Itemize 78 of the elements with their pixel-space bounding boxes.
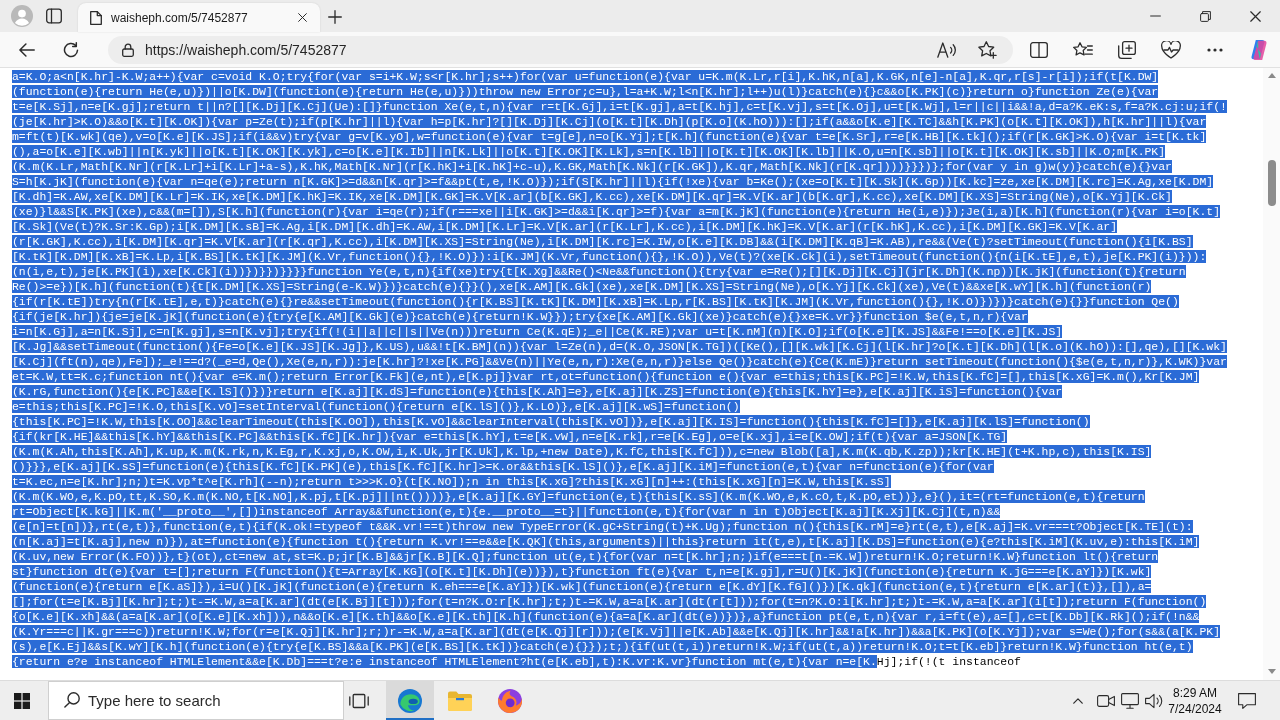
collections-icon — [1118, 40, 1136, 59]
code-text: {o[K.e][K.xh]&&(a=a[K.ar](o[K.e][K.xh])),n&&o[K.e][K.th]&&o[K.e][K.th][K.h](function(e){a=a[K.ar](dt(e))})},a}function pt(e,t,n){var r,i=ft(e),a=[],c=t[K.Db][K.Rk]();if(!n&& — [12, 610, 1200, 623]
wave-logo-icon — [398, 688, 422, 713]
code-text: rt=Object[K.kG]||K.m('__proto__',[])instanceof Array&&function(e,t){e.__proto__=t}||function(e,t){for(var n in t)Object[K.aj][K.Xj][K.Cj](t,n)&& — [12, 505, 1001, 518]
camera-icon — [1097, 694, 1115, 707]
code-text: (K.m(K.Lr,Math[K.Nr](r[K.Lr]+i[K.Lr]+a-s),K.hK,Math[K.Nr](r[K.hK]+i[K.hK]+c-u),K.GK,Math[K.Nk](r[K.GK]),K.qr,Math[K.Nk](r[K.qr])))}}})};for(var y in g)w(y)}catch(e){}var — [12, 160, 1172, 173]
code-text: {if(r[K.tE])try{n(r[K.tE],e,t)}catch(e){}re&&setTimeout(function(){r[K.BS][K.tK][K.DM][K.xB]=K.Lp,r[K.BS][K.tK][K.JM](K.Vr,function(){},!K.O)})})}catch(e){}}function Qe() — [12, 295, 1179, 308]
more-icon — [1207, 47, 1223, 52]
minimize-icon — [1149, 15, 1161, 17]
code-text: (function(e){return He(e,u)})||o[K.DW](function(e){return He(e,u)}))throw new Error;c=u},l=a+K.W;l<n[K.hr];l++)u(l)}catch(e){}c&&o[K.PK](c)}return o}function Ze(e){var — [12, 85, 1159, 98]
code-text: e=this;this[K.PC]=!K.O,this[K.vO]=setInterval(function(){return e[K.lS]()},K.LO)},e[K.aj][K.wS]=function() — [12, 400, 740, 413]
start-logo-icon — [14, 692, 30, 709]
code-text: (s),e[K.Ej]&&s[K.wY][K.h](function(e){try{e[K.BS]&&a[K.PK](e[K.BS][K.tK])}catch(e){}});t;){if(ut(t,i))return!K.W;if(ut(t,a))return!K.O;t=t[K.eb]}return!K.W}function ht(e,t) — [12, 640, 1193, 653]
code-text: Hj];if(!(t instanceof — [876, 655, 1021, 668]
scroll-up-icon — [1267, 73, 1276, 78]
volume-icon — [1145, 692, 1163, 709]
restore-icon — [1199, 10, 1211, 22]
code-text: (K.uv,new Error(K.FO))},t}(ot),ct=new at,st=K.p;jr[K.B]&&jr[K.B][K.Q];function ut(e,t){for(var n=t[K.hr];n;)if(e===t[n-=K.W])return!K.O;return!K.W}function lt(){return — [12, 550, 1159, 563]
address-bar[interactable]: https://waisheph.com/5/7452877 — [108, 35, 1013, 64]
close-icon — [297, 13, 307, 22]
flame-globe-icon — [498, 688, 522, 713]
code-text: [K.Cj](ft(n),qe),Fe]);_e!==d?(_e=d,Qe(),Xe(e,n,r)):je[K.hr]?!xe[K.PG]&&Ve(n)||Ye(e,n,r):Xe(e,n,r)}else Qe()}catch(e){Ce(K.mE)}return setTimeout(function(){$e(e,t,n,r)},K.WK)}var — [12, 355, 1227, 368]
code-text: (K.m(K.Ah,this[K.Ah],K.up,K.m(K.rk,n,K.Eg,r,K.xj,o,K.OW,i,K.Uk,jr[K.Uk],K.lp,+new Date),K.fC,this[K.fC])),c=new Blob([a],K.m(K.qb,K.zp));kr[K.HE](t+K.hp,c),this[K.IS] — [12, 445, 1152, 458]
code-text: {if(kr[K.HE]&&this[K.hY]&&this[K.PC]&&this[K.fC][K.hr]){var e=this[K.hY],t=e[K.vW],n=e[K.rk],r=e[K.Eg],o=e[K.xj],i=e[K.OW];if(t){var a=JSON[K.TG] — [12, 430, 1008, 443]
star-plus-icon — [977, 40, 997, 59]
plus-icon — [328, 10, 342, 24]
code-text: (n(i,e,t),je[K.PK](i),xe[K.Ck](i))})}})}}}}function Ye(e,t,n){if(xe)try{t[K.Xg]&&Re()<Ne&&function(){try{var e=Re();[][K.Dj][K.Cj](jr[K.Dh](K.np))[K.jK](function(t){return — [12, 265, 1186, 278]
scroll-down-icon — [1267, 669, 1276, 674]
code-text: (function(e){return e[K.aS]}),i=U()[K.jK](function(e){return K.eh===e[K.aY]})[K.wk](function(e){return e[K.dY][K.fG]()})[K.qk](function(e,t){return e[K.ar](t)},[]),a= — [12, 580, 1152, 593]
read-aloud-icon — [937, 41, 957, 58]
code-text: (je[K.hr]>K.O)&&o[K.t][K.OK]){var p=Ze(t);if(p[K.hr]||l){var h=p[K.hr]?[][K.Dj][K.Cj](o[K.t][K.Dh](p[K.o](K.hO))):[];if(a&&o[K.e][K.TC]&&h[K.PK](o[K.t][K.OK]),h[K.hr]||l){var — [12, 115, 1207, 128]
code-text: {this[K.PC]=!K.W,this[K.OO]&&clearTimeout(this[K.OO]),this[K.vO]&&clearInterval(this[K.vO])},e[K.aj][K.IS]=function(){this[K.fC]=[]},e[K.aj][K.lS]=function() — [12, 415, 1090, 428]
browser-tab[interactable]: waisheph.com/5/7452877 — [78, 3, 320, 32]
split-screen-icon — [1030, 41, 1048, 58]
task-view-icon — [349, 692, 369, 709]
page-icon — [90, 10, 102, 25]
code-text: Re()>=e})[K.h](function(t){t[K.DM][K.XS]=String(e-K.W)})}catch(e){}}(),xe[K.AM][K.Gk](xe),xe[K.DM][K.XS]=String(Ne),o[K.Yj][K.Ck](xe),Ve(t)&&xe[K.wY][K.h](function(r) — [12, 280, 1152, 293]
code-text: et=K.W,tt=K.c;function nt(){var e=K.m();return Error[K.Fk](e,nt),e[K.pj]}var rt,ot=function(){function e(){var e=this;this[K.PC]=!K.W,this[K.fC]=[],this[K.xG]=K.m(),Kr[K.JM] — [12, 370, 1200, 383]
tab-panel-icon — [46, 8, 62, 24]
code-text: {return e?e instanceof HTMLElement&&e[K.Db]===t?e:e instanceof HTMLElement?ht(e[K.eb],t):K.vr:K.vr}function mt(e,t){var n=e[K. — [12, 655, 877, 668]
code-text: (xe)}l&&S[K.PK](xe),c&&(m=[]),S[K.h](function(r){var i=qe(r);if(r===xe||i[K.GK]>=d&&i[K.qr]>=f){var a=m[K.jK](function(e){return He(i,e)});Je(i,a)[K.h](function(r){var i=o[K.t] — [12, 205, 1220, 218]
code-text: {if(je[K.hr]){je=je[K.jK](function(e){try{e[K.AM][K.Gk](e)}catch(e){return!K.W}});try{xe[K.AM][K.Gk](xe)}catch(e){}xe=K.vr}}function $e(e,t,n,r){var — [12, 310, 1028, 323]
search-field[interactable]: Type here to search — [48, 681, 344, 720]
refresh-icon — [63, 41, 79, 58]
network-icon — [1121, 692, 1139, 709]
code-text: [K.dh]=K.AW,xe[K.DM][K.Lr]=K.IK,xe[K.DM][K.hK]=K.IK,xe[K.DM][K.GK]=K.V[K.ar](b[K.GK],K.cc),xe[K.DM][K.qr]=K.V[K.ar](b[K.qr],K.cc),xe[K.DM][K.XS]=String(Ne),o[K.Yj][K.Ck] — [12, 190, 1172, 203]
code-text: (r[K.GK],K.cc),i[K.DM][K.qr]=K.V[K.ar](r[K.qr],K.cc),i[K.DM][K.XS]=String(Ne),i[K.DM][K.rc]=K.IW,o[K.e][K.DB]&&(i[K.DM][K.qB]=K.AB),re&&(Ve(t)?setTimeout(function(){i[K.BS] — [12, 235, 1193, 248]
notification-icon — [1238, 692, 1256, 709]
avatar-icon — [11, 5, 33, 27]
code-text: S=h[K.jK](function(e){var n=qe(e);return n[K.GK]>=d&&n[K.qr]>=f&&pt(t,e,!K.O)});if(S[K.hr]||l){if(!xe){var b=Ke();(xe=o[K.t][K.Sk](K.Gp))[K.kc]=ze,xe[K.DM][K.rc]=K.Ag,xe[K.DM] — [12, 175, 1214, 188]
star-list-icon — [1073, 42, 1093, 57]
code-text: (),a=o[K.e][K.wb]||n[K.yk]||o[K.t][K.OK][K.yk],c=o[K.e][K.Ib]||n[K.Lk]||o[K.t][K.OK][K.Lk],s=n[K.lb]||o[K.t][K.OK][K.lb]||K.O,u=n[K.sb]||o[K.t][K.OK][K.sb]||K.O;m[K.PK] — [12, 145, 1166, 158]
wave-app-button[interactable] — [386, 681, 434, 720]
code-text: ()}}},e[K.aj][K.sS]=function(e){this[K.fC][K.PK](e),this[K.fC][K.hr]>=K.or&&this[K.lS]()},e[K.aj][K.iM]=function(e,t){var n=function(e){for(var — [12, 460, 994, 473]
code-text: (K.Yr===c||K.gr===c))return!K.W;for(r=e[K.Qj][K.hr];r;)r-=K.W,a=a[K.ar](dt(e[K.Qj][r]));(e[K.Vj]||e[K.Ab]&&e[K.Qj][K.hr]&&!a[K.hr])&&a[K.PK](o[K.Yj]);var s=We();for(s&&(a[K.PK] — [12, 625, 1220, 638]
code-text: (K.rG,function(){e[K.PC]&&e[K.lS]()})}return e[K.aj][K.dS]=function(e){this[K.Ah]=e},e[K.aj][K.ZS]=function(e){this[K.hY]=e},e[K.aj][K.iS]=function(){var — [12, 385, 1063, 398]
heart-pulse-icon — [1161, 40, 1181, 59]
code-text: [K.Sk](Ve(t)?K.Sr:K.Gp);i[K.DM][K.sB]=K.Ag,i[K.DM][K.dh]=K.AW,i[K.DM][K.Lr]=K.V[K.ar](r[K.Lr],K.cc),i[K.DM][K.hK]=K.V[K.ar](r[K.hK],K.cc),i[K.DM][K.GK]=K.V[K.ar] — [12, 220, 1118, 233]
code-text: a=K.O;a<n[K.hr]-K.W;a++){var c=void K.O;try{for(var s=i+K.W;s<r[K.hr];s++)for(var u=function(e){var u=K.m(K.Lr,r[i],K.hK,n[a],K.GK,n[e]-n[a],K.qr,r[s]-r[i]);if(t[K.DW] — [12, 70, 1159, 83]
scrollbar-thumb[interactable] — [1267, 160, 1276, 206]
clock-button[interactable]: 8:29 AM 7/24/2024 — [1166, 681, 1224, 720]
code-text: [K.Jg]&&setTimeout(function(){Fe=o[K.e][K.JS][K.Jg]},K.US),u&&!t[K.BM](n)){var l=Ze(n),d=(K.O,JSON[K.TG])([Ke(),[][K.wk][K.Cj](l[K.hr]?o[K.t][K.Dh](l[K.o](K.hO)):[],qe),[][K.wk] — [12, 340, 1227, 353]
lock-icon — [122, 42, 134, 57]
code-text: (n[K.aj]=t[K.aj],new n)}),at=function(e){function t(){return K.vr!==e&&e[K.QK](this,arguments)||this}return it(t,e),t[K.aj][K.DS]=function(e){e?this[K.iM](K.uv,e):this[K.iM] — [12, 535, 1200, 548]
code-text: [K.tK][K.DM][K.xB]=K.Lp,i[K.BS][K.tK][K.JM](K.Vr,function(){},!K.O)}):i[K.JM](K.Vr,function(){},!K.O)),Ve(t)?(xe[K.Ck](i),setTimeout(function(){n(i[K.tE],e,t),je[K.PK](i)})): — [12, 250, 1207, 263]
code-text: t=K.ec,n=e[K.hr];n;)t=K.vp*t^e[K.rh](--n);return t>>>K.O}(t[K.NO]);n in this[K.xG]?this[K.xG][n]++:(this[K.xG][n]=K.W,this[K.sS] — [12, 475, 891, 488]
code-text: st}function dt(e){var t=[];return F(function(){t=Array[K.KG](o[K.t][K.Dh](e))}),t}function ft(e){var t,n=e[K.gj],r=U()[K.jK](function(e){return K.jG===e[K.aY]})[K.wk] — [12, 565, 1152, 578]
close-icon — [1249, 10, 1261, 22]
search-icon — [64, 692, 80, 708]
back-arrow-icon — [19, 42, 35, 57]
code-text: t=e[K.Sj],n=e[K.gj];return t||n?[][K.Dj][K.Cj](Ue):[]}function Xe(e,t,n){var r=t[K.Gj],i=t[K.gj],a=t[K.hj],c=t[K.vj],s=t[K.Oj],u=t[K.Wj],l=r||c||i&&!a,d=a?K.eK:s,f=a?K.cj:u;if(! — [12, 100, 1227, 113]
folder-icon — [448, 690, 472, 711]
code-text: [];for(t=e[K.Bj][K.hr];t;)t-=K.W,a=a[K.ar](dt(e[K.Bj][t]));for(t=n?K.O:r[K.hr];t;)t-=K.W,a=a[K.ar](dt(r[t]));for(t=n?K.O:i[K.hr];t;)t-=K.W,a=a[K.ar](i[t]);return F(function() — [12, 595, 1207, 608]
code-text: (K.m(K.WO,e,K.pO,tt,K.SO,K.m(K.NO,t[K.NO],K.pj,t[K.pj]||nt())))},e[K.aj][K.GY]=function(e,t){this[K.sS](K.m(K.WO,e,K.cO,t,K.pO,et))},e}(),it=(rt=function(e,t){return — [12, 490, 1145, 503]
code-text: m=ft(t)[K.wk](qe),v=o[K.e][K.JS];if(i&&v)try{var g=v[K.yO],w=function(e){var t=g[e],n=o[K.Yj];t[K.h](function(e){var t=e[K.Sr],r=e[K.HB][K.tk]();if(r[K.GK]>K.O){var i=t[K.tk] — [12, 130, 1207, 143]
code-text: (e[n]=t[n])},rt(e,t)},function(e,t){if(K.ok!=typeof t&&K.vr!==t)throw new TypeError(K.gC+String(t)+K.Ug);function n(){this[K.rM]=e}rt(e,t),e[K.aj]=K.vr===t?Object[K.TE](t): — [12, 520, 1193, 533]
code-text: i=n[K.Gj],a=n[K.Sj],c=n[K.gj],s=n[K.vj];try{if(!(i||a||c||s||Ve(n)))return Ce(K.qE);_e||Ce(K.RE);var u=t[K.nM](n)[K.O];if(o[K.e][K.JS]&&Fe!==o[K.e][K.JS] — [12, 325, 1063, 338]
chevron-up-icon — [1073, 697, 1083, 704]
